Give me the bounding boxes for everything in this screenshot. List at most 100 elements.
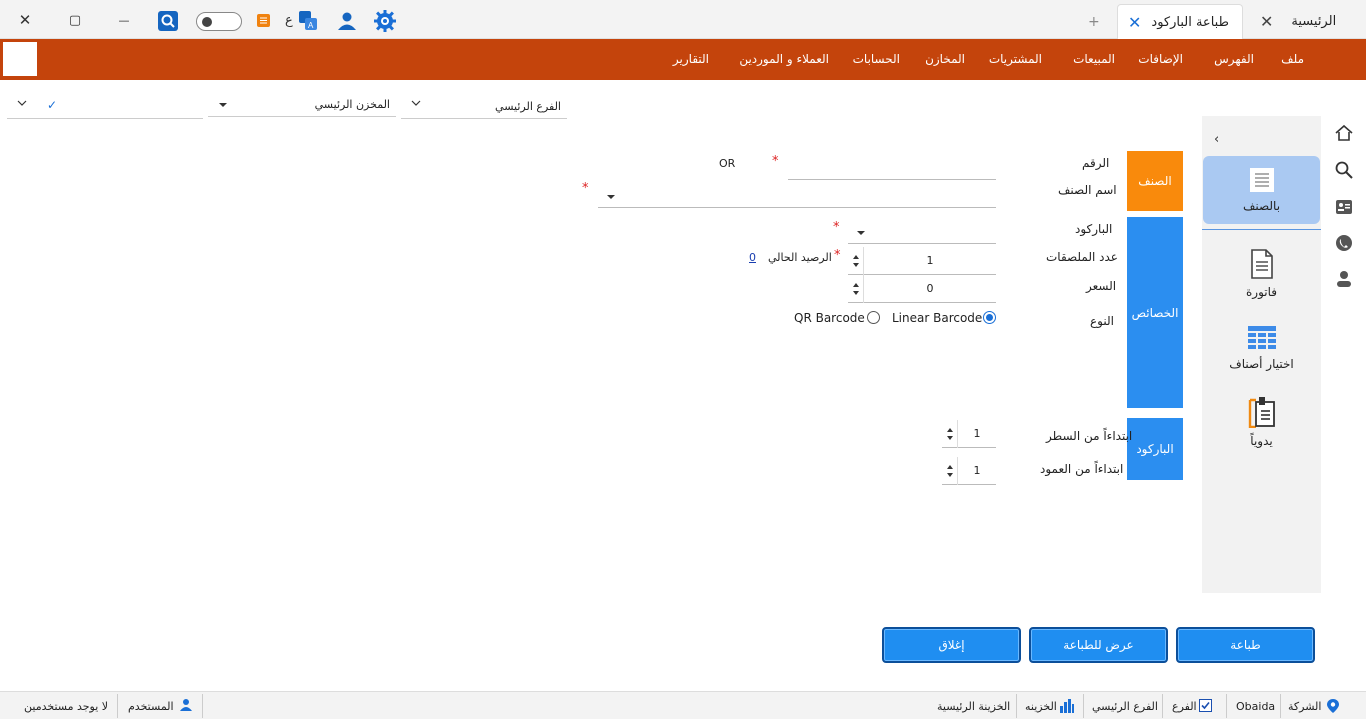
required-mark: * <box>834 248 841 263</box>
window-maximize-button[interactable]: ▢ <box>61 8 89 32</box>
window-minimize-button[interactable]: — <box>110 8 138 32</box>
branch-select-value: الفرع الرئيسي <box>495 100 561 113</box>
start-row-input[interactable]: 1 <box>942 419 996 448</box>
mode-manual-label: يدوياً <box>1250 434 1273 448</box>
type-linear-radio[interactable] <box>983 311 996 324</box>
menu-catalog[interactable]: الفهرس <box>1214 52 1254 66</box>
mode-select-items[interactable]: اختيار أصناف <box>1203 314 1320 382</box>
title-bar: ✕ الرئيسية ✕ طباعة الباركود + ✕ ▢ — ع A <box>0 0 1366 39</box>
notes-icon[interactable] <box>257 14 270 27</box>
menu-file[interactable]: ملف <box>1281 52 1304 66</box>
branch-label: الفرع <box>1172 700 1197 713</box>
menu-accounts[interactable]: الحسابات <box>853 52 900 66</box>
new-tab-button[interactable]: + <box>1088 4 1108 39</box>
arrow-up-icon <box>852 282 859 287</box>
document-lines-icon <box>1249 168 1274 192</box>
required-mark: * <box>582 181 589 196</box>
status-separator <box>1162 694 1163 718</box>
home-icon[interactable] <box>1333 122 1355 144</box>
caret-down-icon <box>607 195 615 199</box>
type-qr-radio[interactable] <box>867 311 880 324</box>
current-balance-link[interactable]: 0 <box>749 251 756 264</box>
close-icon[interactable]: ✕ <box>1118 13 1151 32</box>
required-mark: * <box>772 154 779 169</box>
mode-manual[interactable]: يدوياً <box>1203 388 1320 456</box>
labels-count-value: 1 <box>926 254 934 267</box>
arrow-down-icon <box>852 262 859 267</box>
labels-count-input[interactable]: 1 <box>848 246 996 275</box>
number-input[interactable] <box>788 158 996 180</box>
stepper[interactable] <box>942 419 958 448</box>
status-bar: الشركة Obaida الفرع الفرع الرئيسي الخزين… <box>0 691 1366 719</box>
menu-sales[interactable]: المبيعات <box>1073 52 1115 66</box>
caret-down-icon <box>857 231 865 235</box>
stepper[interactable] <box>848 274 864 303</box>
language-letter[interactable]: ع <box>285 13 293 28</box>
close-button[interactable]: إغلاق <box>882 627 1021 663</box>
menu-stores[interactable]: المخازن <box>925 52 965 66</box>
chevron-down-icon <box>17 100 27 106</box>
logo-placeholder <box>3 42 37 76</box>
start-col-input[interactable]: 1 <box>942 456 996 485</box>
type-linear-label[interactable]: Linear Barcode <box>892 311 982 325</box>
invoice-icon <box>1250 249 1273 279</box>
status-separator <box>117 694 118 718</box>
clipboard-icon <box>1248 397 1275 428</box>
status-separator <box>1226 694 1227 718</box>
item-name-label: اسم الصنف <box>1058 183 1117 197</box>
store-select[interactable]: المخزن الرئيسي <box>208 93 396 117</box>
right-icon-bar <box>1321 116 1366 691</box>
theme-toggle[interactable] <box>196 12 242 31</box>
barcode-select[interactable] <box>848 222 996 244</box>
start-row-label: ابتداءاً من السطر <box>1046 429 1133 443</box>
person-icon[interactable] <box>1333 268 1355 290</box>
type-qr-label[interactable]: QR Barcode <box>794 311 865 325</box>
arrow-down-icon <box>852 290 859 295</box>
print-mode-panel: ‹ بالصنف فاتورة اختيار أصناف يدوياً <box>1202 116 1321 593</box>
menu-purchases[interactable]: المشتريات <box>989 52 1042 66</box>
location-pin-icon <box>1327 699 1339 713</box>
menu-additions[interactable]: الإضافات <box>1138 52 1183 66</box>
search-button[interactable] <box>158 11 178 31</box>
tab-home[interactable]: ✕ الرئيسية <box>1250 4 1366 39</box>
menu-reports[interactable]: التقارير <box>673 52 709 66</box>
treasury-value: الخزينة الرئيسية <box>937 700 1011 713</box>
price-label: السعر <box>1086 279 1117 293</box>
print-button[interactable]: طباعة <box>1176 627 1315 663</box>
mode-by-item[interactable]: بالصنف <box>1203 156 1320 224</box>
section-properties: الخصائص <box>1127 217 1183 408</box>
branch-value: الفرع الرئيسي <box>1092 700 1158 713</box>
search-icon[interactable] <box>1333 159 1355 181</box>
print-preview-button[interactable]: عرض للطباعة <box>1029 627 1168 663</box>
user-icon[interactable] <box>337 11 357 34</box>
mode-invoice[interactable]: فاتورة <box>1203 240 1320 308</box>
contact-card-icon[interactable] <box>1333 196 1355 218</box>
translate-icon[interactable]: A <box>298 10 318 35</box>
window-close-button[interactable]: ✕ <box>11 8 39 32</box>
phone-icon[interactable] <box>1333 232 1355 254</box>
arrow-down-icon <box>946 435 953 440</box>
user-value: لا يوجد مستخدمين <box>24 700 109 713</box>
close-icon[interactable]: ✕ <box>1250 12 1283 31</box>
branch-select[interactable]: الفرع الرئيسي <box>401 95 567 119</box>
gear-icon[interactable] <box>373 9 397 36</box>
status-separator <box>202 694 203 718</box>
user-label: المستخدم <box>128 700 174 713</box>
main-menu-bar: ملف الفهرس الإضافات المبيعات المشتريات ا… <box>0 39 1366 80</box>
arrow-up-icon <box>852 254 859 259</box>
tab-home-label: الرئيسية <box>1291 14 1337 29</box>
grid-table-icon <box>1247 326 1276 349</box>
item-name-select[interactable] <box>598 186 996 208</box>
mode-divider <box>1202 229 1321 230</box>
panel-collapse-icon[interactable]: ‹ <box>1214 132 1219 147</box>
company-label: الشركة <box>1288 700 1322 713</box>
price-input[interactable]: 0 <box>848 274 996 303</box>
mode-by-item-label: بالصنف <box>1242 199 1281 213</box>
stepper[interactable] <box>848 246 864 275</box>
menu-customers-suppliers[interactable]: العملاء و الموردين <box>739 52 829 66</box>
treasury-label: الخزينه <box>1025 700 1057 713</box>
check-select[interactable]: ✓ <box>7 95 203 119</box>
tab-barcode-print[interactable]: ✕ طباعة الباركود <box>1117 4 1243 39</box>
stepper[interactable] <box>942 456 958 485</box>
start-row-value: 1 <box>973 427 981 440</box>
